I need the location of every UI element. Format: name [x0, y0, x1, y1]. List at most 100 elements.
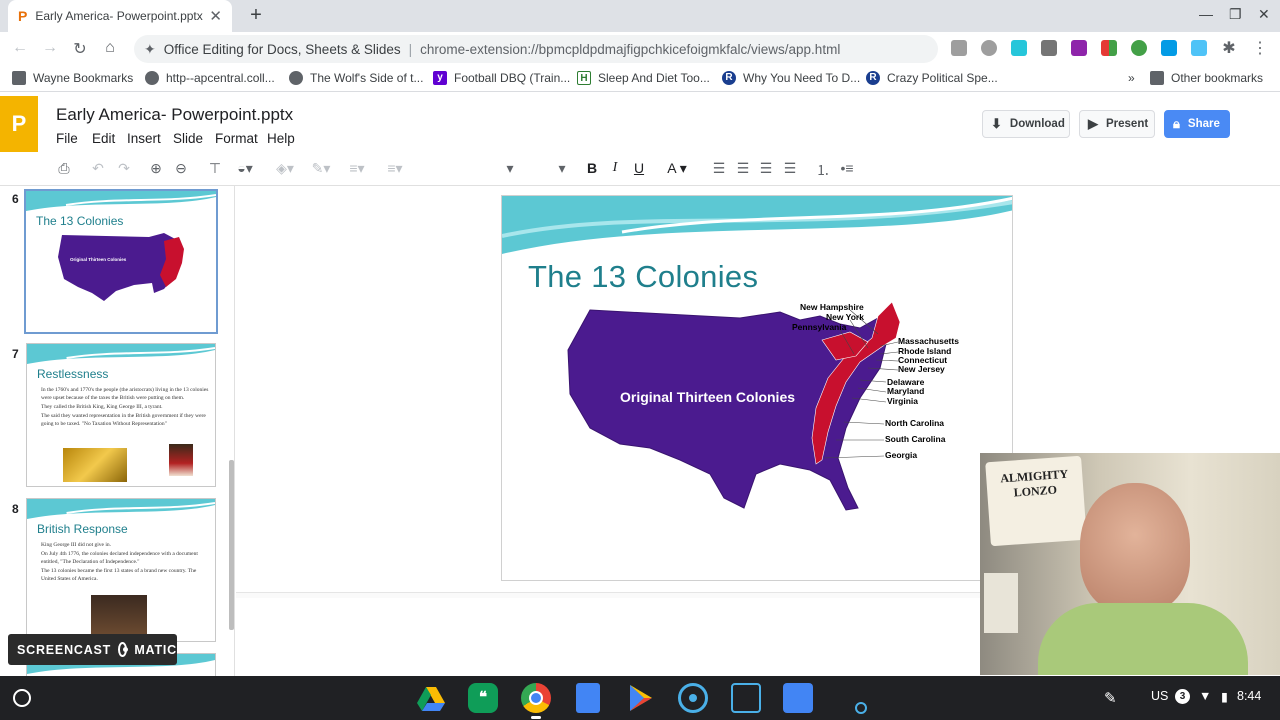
text-color-icon[interactable]: A ▾ [662, 160, 692, 177]
menu-format[interactable]: Format [215, 131, 258, 146]
extension-icon[interactable] [1011, 40, 1027, 56]
text-box-icon[interactable]: ⊤ [205, 160, 225, 177]
extension-icon[interactable] [1161, 40, 1177, 56]
shape-icon[interactable]: ◒▾ [230, 160, 260, 177]
zoom-in-icon[interactable]: ⊕ [146, 160, 166, 177]
play-store-icon[interactable] [626, 683, 656, 713]
google-docs-icon[interactable] [576, 683, 600, 713]
print-icon[interactable]: ⎙ [54, 160, 74, 177]
slide-thumbnail-6[interactable]: The 13 Colonies Original Thirteen Coloni… [24, 189, 218, 334]
redo-icon[interactable]: ↷ [114, 160, 134, 177]
border-color-icon[interactable]: ✎▾ [306, 160, 336, 177]
align-right-icon[interactable]: ☰ [756, 160, 776, 177]
close-tab-icon[interactable]: ✕ [209, 7, 222, 25]
camera-icon[interactable] [731, 683, 761, 713]
address-bar[interactable]: ✦ Office Editing for Docs, Sheets & Slid… [134, 35, 938, 63]
menu-help[interactable]: Help [267, 131, 295, 146]
bookmark-item[interactable]: The Wolf's Side of t... [289, 71, 423, 85]
present-button[interactable]: ▶ Present [1079, 110, 1155, 138]
back-icon[interactable]: ← [10, 39, 30, 57]
forward-icon[interactable]: → [40, 39, 60, 57]
bookmark-item[interactable]: H Sleep And Diet Too... [577, 71, 710, 85]
italic-icon[interactable]: I [605, 160, 625, 176]
bookmark-item[interactable]: Wayne Bookmarks [12, 71, 133, 85]
wave-decoration [26, 191, 216, 211]
bookmark-item[interactable]: http--apcentral.coll... [145, 71, 275, 85]
align-center-icon[interactable]: ☰ [733, 160, 753, 177]
extension-icon[interactable] [1041, 40, 1057, 56]
align-left-icon[interactable]: ☰ [709, 160, 729, 177]
menu-edit[interactable]: Edit [92, 131, 115, 146]
slide-thumbnail-7[interactable]: Restlessness In the 1760's and 1770's th… [26, 343, 216, 487]
minimize-icon[interactable]: — [1199, 6, 1213, 22]
thumb-bullet: On July 4th 1776, the colonies declared … [41, 551, 198, 565]
extension-icon[interactable] [1101, 40, 1117, 56]
zoom-out-icon[interactable]: ⊖ [171, 160, 191, 177]
battery-icon[interactable]: ▮ [1221, 689, 1228, 704]
stylus-icon[interactable]: ✎ [1104, 689, 1117, 707]
font-family-dropdown-icon[interactable]: ▾ [500, 160, 520, 177]
h-icon: H [577, 71, 591, 85]
notification-badge[interactable]: 3 [1175, 689, 1190, 704]
slide-title[interactable]: The 13 Colonies [528, 259, 758, 295]
menu-kebab-icon[interactable]: ⋮ [1250, 38, 1270, 58]
other-bookmarks[interactable]: Other bookmarks [1150, 71, 1263, 85]
thumb-bullet: The 13 colonies became the first 13 stat… [41, 568, 197, 582]
slide-thumbnail-8[interactable]: British Response King George III did not… [26, 498, 216, 642]
locale-indicator[interactable]: US [1151, 689, 1168, 703]
border-weight-icon[interactable]: ≡▾ [342, 160, 372, 177]
close-window-icon[interactable]: ✕ [1258, 6, 1270, 23]
clock[interactable]: 8:44 [1237, 689, 1261, 703]
screencast-app-icon[interactable] [678, 683, 708, 713]
folder-icon [1150, 71, 1164, 85]
yahoo-icon: y [433, 71, 447, 85]
download-button[interactable]: ⬇ Download [982, 110, 1070, 138]
extension-icon[interactable] [1191, 40, 1207, 56]
bulleted-list-icon[interactable]: •≡ [837, 160, 857, 176]
restore-icon[interactable]: ❐ [1229, 6, 1242, 23]
extensions-puzzle-icon[interactable]: ✱ [1219, 38, 1239, 58]
home-icon[interactable]: ⌂ [100, 39, 120, 57]
browser-toolbar: ← → ↻ ⌂ ✦ Office Editing for Docs, Sheet… [0, 32, 1280, 64]
hangouts-icon[interactable]: ❝ [468, 683, 498, 713]
font-size-dropdown-icon[interactable]: ▾ [552, 160, 572, 177]
numbered-list-icon[interactable]: ⒈ [813, 160, 833, 180]
gold-coins-image [63, 448, 127, 482]
doc-title[interactable]: Early America- Powerpoint.pptx [56, 105, 293, 125]
state-label: Virginia [887, 396, 918, 406]
new-tab-button[interactable]: + [244, 4, 268, 28]
menu-slide[interactable]: Slide [173, 131, 203, 146]
chrome-icon[interactable] [521, 683, 551, 713]
bookmark-item[interactable]: R Why You Need To D... [722, 71, 860, 85]
notes-divider[interactable] [236, 592, 981, 598]
bookmark-item[interactable]: y Football DBQ (Train... [433, 71, 570, 85]
menu-insert[interactable]: Insert [127, 131, 161, 146]
extension-icon[interactable] [981, 40, 997, 56]
align-justify-icon[interactable]: ☰ [780, 160, 800, 177]
bookmarks-overflow-icon[interactable]: » [1128, 71, 1135, 85]
browser-tab[interactable]: P Early America- Powerpoint.pptx ✕ [8, 0, 232, 32]
bold-icon[interactable]: B [582, 160, 602, 176]
reload-icon[interactable]: ↻ [70, 39, 90, 59]
files-icon[interactable] [783, 683, 813, 713]
thumb-bullet: In the 1760's and 1770's the people (the… [41, 387, 209, 401]
wifi-icon[interactable]: ▼ [1199, 689, 1211, 703]
bookmark-item[interactable]: R Crazy Political Spe... [866, 71, 998, 85]
google-drive-icon[interactable] [416, 683, 446, 713]
wave-decoration [502, 196, 1012, 254]
fill-color-icon[interactable]: ◈▾ [270, 160, 300, 177]
r-icon: R [866, 71, 880, 85]
browser-tab-strip: P Early America- Powerpoint.pptx ✕ + — ❐… [0, 0, 1280, 32]
launcher-icon[interactable] [13, 689, 31, 707]
filmstrip-scrollbar[interactable] [229, 460, 234, 630]
extension-icon[interactable] [1071, 40, 1087, 56]
wave-decoration [27, 499, 215, 519]
underline-icon[interactable]: U [629, 160, 649, 176]
undo-icon[interactable]: ↶ [88, 160, 108, 177]
extension-icon[interactable] [951, 40, 967, 56]
screencast-indicator-icon[interactable] [855, 702, 867, 714]
menu-file[interactable]: File [56, 131, 78, 146]
extension-icon[interactable] [1131, 40, 1147, 56]
border-dash-icon[interactable]: ≡▾ [380, 160, 410, 177]
share-button[interactable]: 🔒︎ Share [1164, 110, 1230, 138]
